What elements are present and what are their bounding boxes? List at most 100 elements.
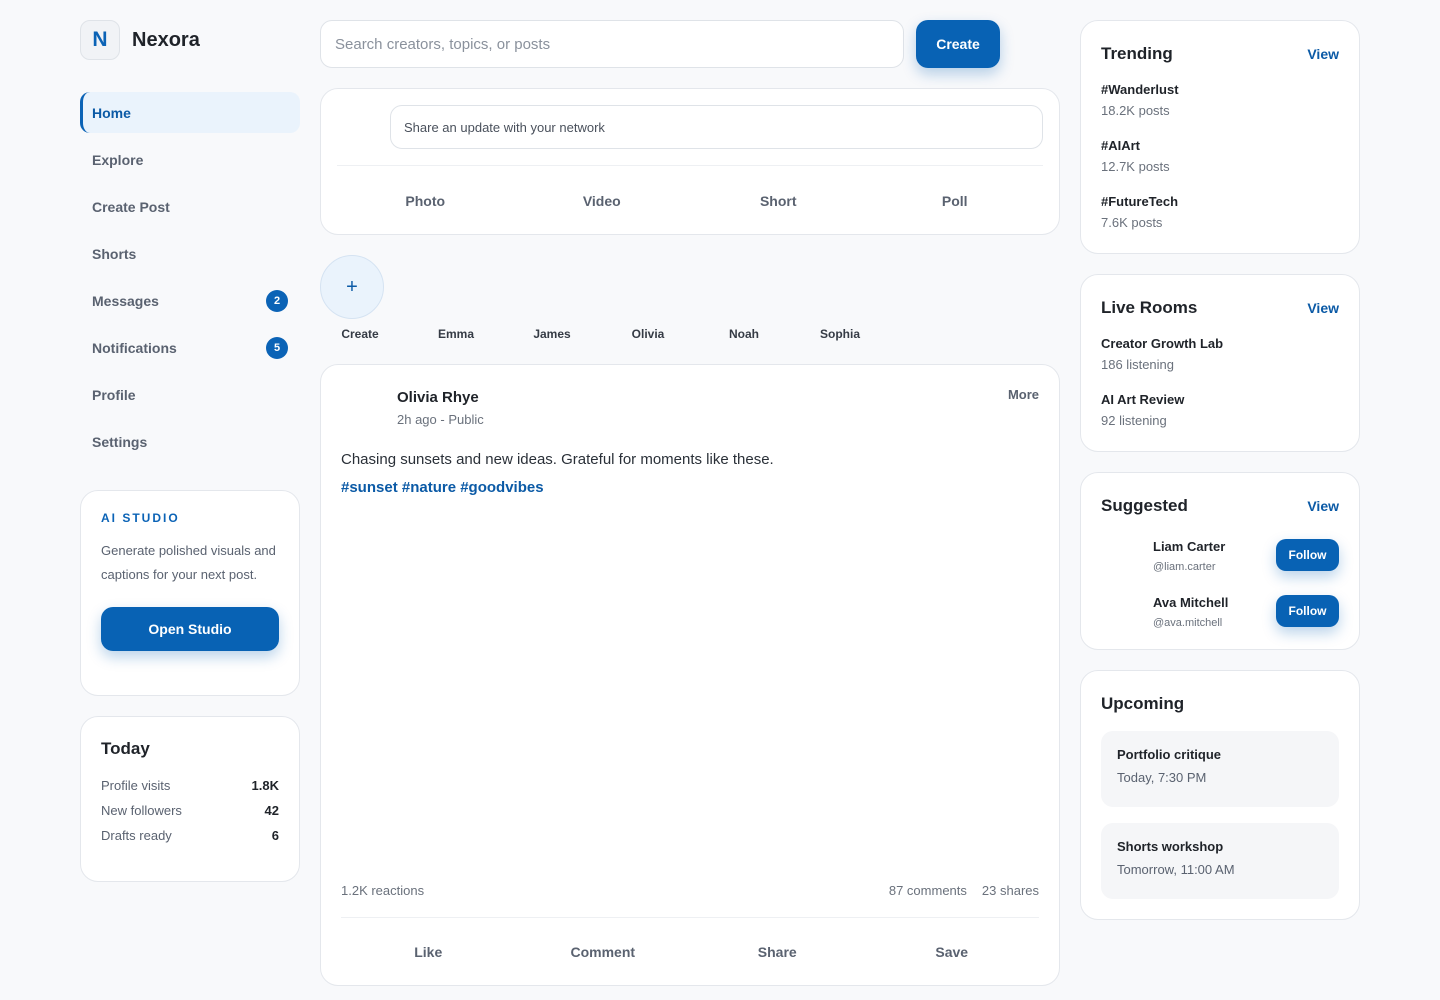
- nav-item-create-post[interactable]: Create Post: [80, 186, 300, 227]
- nav-item-label: Create Post: [92, 198, 170, 215]
- nav-item-label: Settings: [92, 433, 148, 450]
- post-composer: Photo Video Short Poll: [320, 88, 1060, 235]
- live-rooms-card: Live Rooms View Creator Growth Lab 186 l…: [1080, 274, 1360, 452]
- stories-row: + Create Emma James Olivia Noah Sophia: [320, 255, 1060, 348]
- stat-value: 42: [264, 803, 279, 818]
- suggested-user-name[interactable]: Ava Mitchell: [1153, 595, 1228, 610]
- nav-item-label: Notifications: [92, 339, 177, 356]
- event-time: Today, 7:30 PM: [1117, 770, 1207, 785]
- nav-item-notifications[interactable]: Notifications 5: [80, 327, 300, 368]
- suggested-user-handle: @liam.carter: [1153, 561, 1216, 573]
- suggested-card: Suggested View Liam Carter @liam.carter …: [1080, 472, 1360, 650]
- right-sidebar: Trending View #Wanderlust 18.2K posts #A…: [1080, 20, 1360, 920]
- reactions-count[interactable]: 1.2K reactions: [341, 883, 424, 898]
- create-button[interactable]: Create: [916, 20, 1000, 68]
- follow-button[interactable]: Follow: [1276, 595, 1339, 627]
- left-sidebar: N Nexora Home Explore Create Post Shorts…: [80, 20, 300, 882]
- event-name: Portfolio critique: [1117, 747, 1221, 762]
- room-listeners: 186 listening: [1101, 357, 1174, 372]
- story-emma[interactable]: Emma: [416, 327, 496, 341]
- suggested-user-name[interactable]: Liam Carter: [1153, 539, 1225, 554]
- live-rooms-title: Live Rooms: [1101, 298, 1198, 317]
- topic-tag: #Wanderlust: [1101, 82, 1179, 97]
- stat-label: New followers: [101, 803, 182, 818]
- brand-name: Nexora: [132, 28, 200, 51]
- search-bar: Create: [320, 20, 1060, 68]
- nav-item-label: Shorts: [92, 245, 137, 262]
- like-button[interactable]: Like: [341, 918, 516, 986]
- nav-item-label: Messages: [92, 292, 159, 309]
- room-listeners: 92 listening: [1101, 413, 1167, 428]
- nav-item-settings[interactable]: Settings: [80, 421, 300, 462]
- comment-button[interactable]: Comment: [516, 918, 691, 986]
- today-stats-card: Today Profile visits 1.8K New followers …: [80, 716, 300, 882]
- suggested-user-handle: @ava.mitchell: [1153, 617, 1223, 629]
- live-rooms-view-link[interactable]: View: [1307, 300, 1339, 316]
- story-james[interactable]: James: [512, 327, 592, 341]
- topic-post-count: 7.6K posts: [1101, 215, 1163, 230]
- nav-item-explore[interactable]: Explore: [80, 139, 300, 180]
- topic-post-count: 18.2K posts: [1101, 103, 1170, 118]
- topic-tag: #AIArt: [1101, 138, 1141, 153]
- nav-item-profile[interactable]: Profile: [80, 374, 300, 415]
- notifications-count-badge: 5: [266, 337, 288, 359]
- brand-logo: N: [80, 20, 120, 60]
- trending-topic[interactable]: #Wanderlust 18.2K posts: [1101, 81, 1339, 121]
- upcoming-event[interactable]: Portfolio critique Today, 7:30 PM: [1101, 731, 1339, 807]
- brand[interactable]: N Nexora: [80, 20, 300, 60]
- today-stats-list: Profile visits 1.8K New followers 42 Dra…: [101, 773, 279, 848]
- open-studio-button[interactable]: Open Studio: [101, 607, 279, 651]
- post-body: Chasing sunsets and new ideas. Grateful …: [341, 451, 774, 468]
- upcoming-event[interactable]: Shorts workshop Tomorrow, 11:00 AM: [1101, 823, 1339, 899]
- trending-view-link[interactable]: View: [1307, 46, 1339, 62]
- suggested-user: Ava Mitchell @ava.mitchell Follow: [1101, 585, 1339, 641]
- poll-button[interactable]: Poll: [867, 166, 1044, 236]
- suggested-view-link[interactable]: View: [1307, 498, 1339, 514]
- stat-value: 6: [271, 828, 279, 843]
- messages-count-badge: 2: [266, 290, 288, 312]
- create-story-button[interactable]: +: [320, 255, 384, 319]
- nav-item-messages[interactable]: Messages 2: [80, 280, 300, 321]
- comments-count[interactable]: 87 comments: [889, 883, 967, 898]
- nav-item-home[interactable]: Home: [80, 92, 300, 133]
- story-create-label[interactable]: Create: [320, 327, 400, 341]
- post-engagement-stats: 1.2K reactions 87 comments 23 shares: [341, 883, 1039, 898]
- feed-post: Olivia Rhye 2h ago - Public More Chasing…: [320, 364, 1060, 986]
- save-button[interactable]: Save: [865, 918, 1040, 986]
- upcoming-card: Upcoming Portfolio critique Today, 7:30 …: [1080, 670, 1360, 920]
- story-sophia[interactable]: Sophia: [800, 327, 880, 341]
- upcoming-title: Upcoming: [1101, 694, 1185, 713]
- live-room-item[interactable]: AI Art Review 92 listening: [1101, 391, 1339, 431]
- stat-value: 1.8K: [251, 778, 279, 793]
- nav-item-shorts[interactable]: Shorts: [80, 233, 300, 274]
- shares-count[interactable]: 23 shares: [982, 883, 1039, 898]
- follow-button[interactable]: Follow: [1276, 539, 1339, 571]
- post-hashtags[interactable]: #sunset #nature #goodvibes: [341, 479, 544, 496]
- suggested-user: Liam Carter @liam.carter Follow: [1101, 529, 1339, 585]
- video-button[interactable]: Video: [514, 166, 691, 236]
- trending-topic[interactable]: #AIArt 12.7K posts: [1101, 137, 1339, 177]
- trending-topic[interactable]: #FutureTech 7.6K posts: [1101, 193, 1339, 233]
- trending-card: Trending View #Wanderlust 18.2K posts #A…: [1080, 20, 1360, 254]
- live-room-item[interactable]: Creator Growth Lab 186 listening: [1101, 335, 1339, 375]
- post-author-name[interactable]: Olivia Rhye: [397, 389, 479, 406]
- suggested-title: Suggested: [1101, 496, 1188, 515]
- post-more-button[interactable]: More: [1008, 387, 1039, 402]
- nav-item-label: Home: [92, 104, 131, 121]
- composer-actions: Photo Video Short Poll: [337, 166, 1043, 236]
- stat-label: Profile visits: [101, 778, 171, 793]
- ai-studio-card: AI STUDIO Generate polished visuals and …: [80, 490, 300, 696]
- main-nav: Home Explore Create Post Shorts Messages…: [80, 92, 300, 462]
- photo-button[interactable]: Photo: [337, 166, 514, 236]
- share-button[interactable]: Share: [690, 918, 865, 986]
- topic-post-count: 12.7K posts: [1101, 159, 1170, 174]
- ai-studio-description: Generate polished visuals and captions f…: [101, 543, 276, 582]
- stat-row: New followers 42: [101, 798, 279, 823]
- short-button[interactable]: Short: [690, 166, 867, 236]
- composer-input[interactable]: [390, 105, 1043, 149]
- plus-icon: +: [346, 275, 358, 298]
- search-input[interactable]: [320, 20, 904, 68]
- story-olivia[interactable]: Olivia: [608, 327, 688, 341]
- nav-item-label: Profile: [92, 386, 136, 403]
- story-noah[interactable]: Noah: [704, 327, 784, 341]
